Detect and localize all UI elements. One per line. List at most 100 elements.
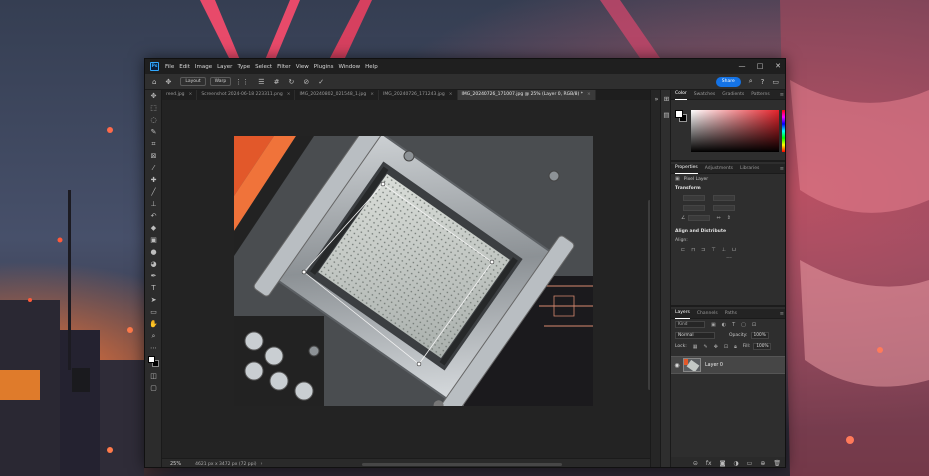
height-field[interactable] bbox=[713, 195, 735, 201]
tab-layers[interactable]: Layers bbox=[675, 308, 690, 319]
adjustment-layer-icon[interactable]: ◑ bbox=[733, 460, 738, 467]
tab-screenshot[interactable]: Screenshot 2024-06-18 223311.png × bbox=[197, 90, 296, 100]
link-layers-icon[interactable]: ⊝ bbox=[693, 460, 698, 467]
close-icon[interactable]: × bbox=[287, 90, 291, 100]
color-swatches[interactable] bbox=[145, 354, 162, 370]
filter-shape-icon[interactable]: ▢ bbox=[741, 322, 746, 328]
quick-mask-icon[interactable]: ◫ bbox=[145, 370, 162, 382]
width-field[interactable] bbox=[683, 195, 705, 201]
filter-pixel-icon[interactable]: ▣ bbox=[711, 322, 716, 328]
align-left-icon[interactable]: ⊏ bbox=[681, 247, 685, 253]
lasso-tool-icon[interactable]: ◌ bbox=[145, 114, 162, 126]
history-brush-icon[interactable]: ↶ bbox=[145, 210, 162, 222]
zoom-tool-icon[interactable]: ⌕ bbox=[145, 330, 162, 342]
menu-window[interactable]: Window bbox=[338, 64, 360, 70]
close-icon[interactable]: × bbox=[189, 90, 193, 100]
new-layer-icon[interactable]: ⊕ bbox=[760, 460, 765, 467]
horizontal-scrollbar[interactable] bbox=[362, 463, 562, 466]
object-select-icon[interactable]: ✎ bbox=[145, 126, 162, 138]
close-icon[interactable]: × bbox=[449, 90, 453, 100]
layout-button[interactable]: Layout bbox=[180, 77, 206, 86]
color-picker-field[interactable] bbox=[691, 110, 779, 152]
more-options-icon[interactable]: ··· bbox=[671, 255, 785, 262]
help-icon[interactable]: ? bbox=[761, 78, 765, 86]
menu-view[interactable]: View bbox=[296, 64, 309, 70]
healing-brush-icon[interactable]: ✚ bbox=[145, 174, 162, 186]
menu-select[interactable]: Select bbox=[255, 64, 272, 70]
filter-smart-icon[interactable]: ⊡ bbox=[752, 322, 756, 328]
panel-menu-icon[interactable]: ≡ bbox=[780, 311, 784, 317]
chevron-right-icon[interactable]: › bbox=[261, 461, 263, 467]
panel-foreground-color[interactable] bbox=[675, 110, 683, 118]
menu-file[interactable]: File bbox=[165, 64, 174, 70]
marquee-tool-icon[interactable]: ⬚ bbox=[145, 102, 162, 114]
maximize-button[interactable]: □ bbox=[751, 59, 769, 74]
layer-name[interactable]: Layer 0 bbox=[705, 363, 723, 368]
tab-reed[interactable]: reed.jpg × bbox=[162, 90, 198, 100]
tab-swatches[interactable]: Swatches bbox=[694, 90, 716, 100]
lock-pixels-icon[interactable]: ▦ bbox=[693, 344, 698, 350]
close-icon[interactable]: × bbox=[370, 90, 374, 100]
menu-type[interactable]: Type bbox=[237, 64, 250, 70]
align-top-icon[interactable]: ⊤ bbox=[711, 247, 715, 253]
tab-img-171007-active[interactable]: IMG_20240726_171007.jpg @ 25% (Layer 0, … bbox=[457, 90, 596, 100]
menu-filter[interactable]: Filter bbox=[277, 64, 291, 70]
angle-field[interactable] bbox=[688, 215, 711, 221]
delete-layer-icon[interactable]: 🗑︎ bbox=[773, 460, 781, 467]
share-button[interactable]: Share bbox=[715, 76, 741, 87]
layer-row[interactable]: ◉ Layer 0 bbox=[671, 356, 785, 374]
panel-menu-icon[interactable]: ≡ bbox=[780, 166, 784, 172]
filter-adjust-icon[interactable]: ◐ bbox=[722, 322, 726, 328]
new-group-icon[interactable]: ▭ bbox=[747, 460, 753, 467]
lines-icon[interactable]: ☰ bbox=[258, 74, 264, 90]
menu-layer[interactable]: Layer bbox=[217, 64, 232, 70]
align-middle-icon[interactable]: ⊥ bbox=[722, 247, 726, 253]
tab-patterns[interactable]: Patterns bbox=[751, 90, 770, 100]
search-icon[interactable]: ⌕ bbox=[749, 77, 753, 86]
tab-gradients[interactable]: Gradients bbox=[722, 90, 744, 100]
frame-tool-icon[interactable]: ⊠ bbox=[145, 150, 162, 162]
lock-all-icon[interactable]: 🔒︎ bbox=[734, 344, 737, 350]
panel-menu-icon[interactable]: ≡ bbox=[780, 92, 784, 98]
grid-split-icon[interactable]: ⋮⋮ bbox=[235, 74, 249, 90]
clone-stamp-icon[interactable]: ⊥ bbox=[145, 198, 162, 210]
type-tool-icon[interactable]: T bbox=[145, 282, 162, 294]
hand-tool-icon[interactable]: ✋ bbox=[145, 318, 162, 330]
close-window-button[interactable]: ✕ bbox=[769, 59, 785, 74]
eraser-tool-icon[interactable]: ◆ bbox=[145, 222, 162, 234]
x-field[interactable] bbox=[683, 205, 705, 211]
screen-mode-icon[interactable]: ▢ bbox=[145, 382, 162, 394]
close-icon[interactable]: × bbox=[587, 90, 591, 100]
tab-libraries[interactable]: Libraries bbox=[740, 164, 759, 174]
flip-horizontal-icon[interactable]: ⇔ bbox=[716, 215, 720, 221]
menu-help[interactable]: Help bbox=[365, 64, 378, 70]
eyedropper-tool-icon[interactable]: ⁄ bbox=[145, 162, 162, 174]
hue-slider[interactable] bbox=[782, 110, 785, 152]
kind-filter[interactable]: Kind bbox=[675, 321, 705, 328]
lock-position-icon[interactable]: ✥ bbox=[714, 344, 718, 350]
align-bottom-icon[interactable]: ⊔ bbox=[732, 247, 736, 253]
align-right-icon[interactable]: ⊐ bbox=[701, 247, 705, 253]
workspace-icon[interactable]: ▭ bbox=[772, 78, 779, 86]
more-tools-icon[interactable]: ⋯ bbox=[145, 342, 162, 354]
add-mask-icon[interactable]: ◙ bbox=[720, 460, 726, 467]
eye-icon[interactable]: ◉ bbox=[671, 362, 683, 369]
filter-type-icon[interactable]: T bbox=[732, 322, 735, 328]
tab-img-171243[interactable]: IMG_20240726_171243.jpg × bbox=[379, 90, 458, 100]
home-icon[interactable]: ⌂ bbox=[152, 74, 156, 90]
tab-img-0802[interactable]: IMG_20240802_021548_1.jpg × bbox=[295, 90, 380, 100]
dodge-tool-icon[interactable]: ◕ bbox=[145, 258, 162, 270]
foreground-color[interactable] bbox=[148, 356, 155, 363]
tab-paths[interactable]: Paths bbox=[725, 309, 737, 319]
tab-adjustments[interactable]: Adjustments bbox=[705, 164, 733, 174]
commit-transform-icon[interactable]: ✓ bbox=[318, 74, 324, 90]
blend-mode-select[interactable]: Normal bbox=[675, 332, 715, 339]
crop-tool-icon[interactable]: ⌗ bbox=[145, 138, 162, 150]
rotate-icon[interactable]: ↻ bbox=[288, 74, 294, 90]
layer-style-icon[interactable]: fx bbox=[706, 460, 712, 467]
rectangle-tool-icon[interactable]: ▭ bbox=[145, 306, 162, 318]
blur-tool-icon[interactable]: ● bbox=[145, 246, 162, 258]
cancel-transform-icon[interactable]: ⊘ bbox=[303, 74, 309, 90]
tab-channels[interactable]: Channels bbox=[697, 309, 718, 319]
align-center-icon[interactable]: ⊓ bbox=[691, 247, 695, 253]
